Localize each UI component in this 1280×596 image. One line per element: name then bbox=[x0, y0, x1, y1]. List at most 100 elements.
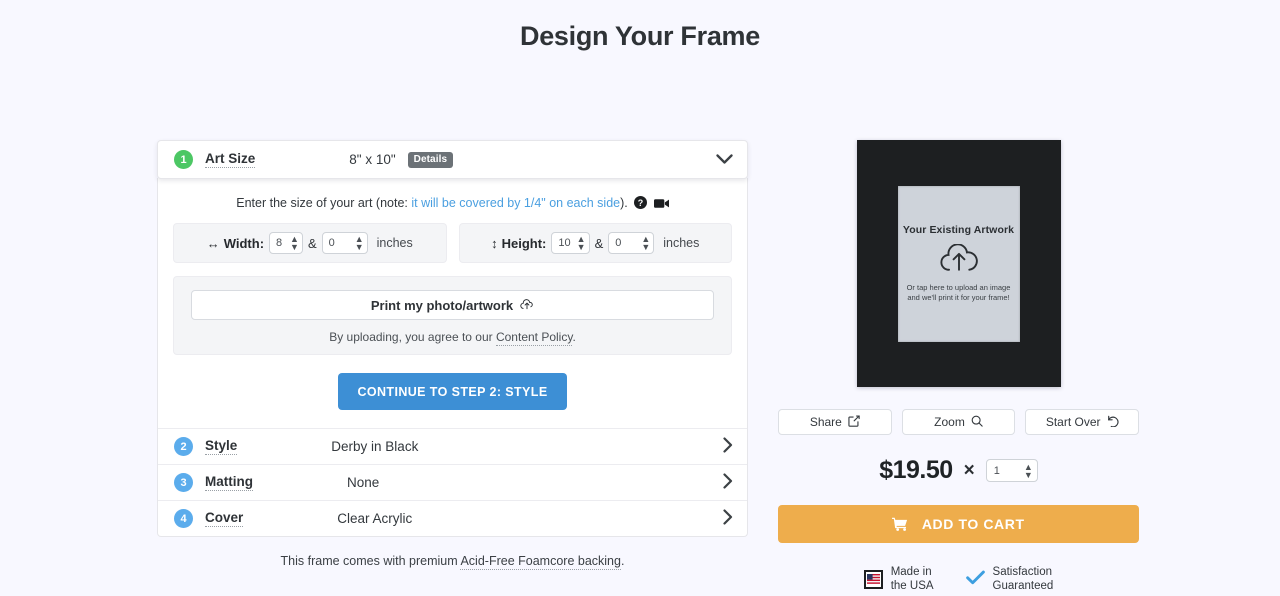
height-fraction-value: 0 bbox=[615, 237, 622, 249]
step-4-value: Clear Acrylic bbox=[337, 511, 413, 526]
size-hint: Enter the size of your art (note: it wil… bbox=[173, 196, 732, 212]
quantity-select[interactable]: 1 ▲ ▼ bbox=[985, 459, 1038, 482]
satisfaction-badge: Satisfaction Guaranteed bbox=[965, 565, 1054, 594]
made-in-usa-line1: Made in bbox=[890, 566, 932, 578]
height-field-group: ↕ Height: 10 ▲ ▼ & 0 ▲ ▼ inches bbox=[458, 223, 732, 263]
step-2-badge: 2 bbox=[174, 437, 193, 456]
chevron-down-icon[interactable] bbox=[716, 151, 733, 168]
height-whole-value: 10 bbox=[558, 237, 571, 249]
chevron-right-icon[interactable] bbox=[723, 509, 733, 528]
frame-preview[interactable]: Your Existing Artwork Or tap here to upl… bbox=[856, 140, 1061, 387]
step-1-body: Enter the size of your art (note: it wil… bbox=[157, 178, 748, 428]
height-fraction-select[interactable]: 0 ▲ ▼ bbox=[608, 232, 655, 254]
width-whole-value: 8 bbox=[276, 237, 283, 249]
step-4-label: Cover bbox=[205, 510, 244, 527]
size-hint-link[interactable]: it will be covered by 1/4" on each side bbox=[411, 196, 620, 210]
width-label: Width: bbox=[223, 235, 265, 251]
add-to-cart-button[interactable]: ADD TO CART bbox=[778, 505, 1139, 543]
step-1-label: Art Size bbox=[205, 151, 256, 168]
height-amp: & bbox=[594, 235, 604, 251]
page-title: Design Your Frame bbox=[520, 21, 760, 51]
satisfaction-line1: Satisfaction bbox=[992, 566, 1052, 578]
size-hint-prefix: Enter the size of your art (note: bbox=[236, 196, 408, 210]
multiply-symbol: × bbox=[963, 459, 975, 481]
print-my-photo-button[interactable]: Print my photo/artwork bbox=[191, 290, 714, 320]
check-icon bbox=[965, 570, 985, 589]
satisfaction-line2: Guaranteed bbox=[992, 580, 1054, 593]
main-layout: 1 Art Size 8" x 10" Details Enter the si… bbox=[0, 52, 1280, 592]
stepper-icon: ▲ ▼ bbox=[290, 234, 299, 252]
share-button[interactable]: Share bbox=[778, 409, 892, 435]
artwork-subtitle-line2: and we'll print it for your frame! bbox=[907, 293, 1010, 302]
width-whole-select[interactable]: 8 ▲ ▼ bbox=[269, 232, 303, 254]
quantity-value: 1 bbox=[993, 464, 1000, 477]
step-row-cover[interactable]: 4 Cover Clear Acrylic bbox=[158, 500, 747, 536]
zoom-button[interactable]: Zoom bbox=[901, 409, 1016, 435]
step-3-badge: 3 bbox=[174, 473, 193, 492]
artwork-placeholder[interactable]: Your Existing Artwork Or tap here to upl… bbox=[897, 185, 1020, 342]
print-my-photo-label: Print my photo/artwork bbox=[370, 297, 514, 313]
cloud-upload-icon bbox=[939, 243, 979, 277]
height-unit: inches bbox=[663, 236, 700, 250]
upload-note-suffix: . bbox=[572, 330, 576, 344]
stepper-icon: ▲ ▼ bbox=[1023, 461, 1033, 480]
share-icon bbox=[848, 414, 860, 430]
width-amp: & bbox=[307, 235, 317, 251]
stepper-icon: ▲ ▼ bbox=[576, 234, 586, 252]
content-policy-link[interactable]: Content Policy bbox=[495, 330, 573, 346]
backing-note-suffix: . bbox=[620, 554, 625, 568]
shopping-cart-icon bbox=[892, 516, 913, 532]
step-row-matting[interactable]: 3 Matting None bbox=[158, 464, 747, 500]
chevron-right-icon[interactable] bbox=[723, 437, 733, 456]
step-1-value: 8" x 10" bbox=[349, 152, 396, 167]
step-4-badge: 4 bbox=[174, 509, 193, 528]
size-inputs-row: ↔ Width: 8 ▲▼ & 0 ▲▼ inches ↕ Height: bbox=[173, 223, 732, 263]
width-fraction-value: 0 bbox=[328, 237, 335, 249]
trust-badges: Made in the USA Satisfaction Guaranteed bbox=[778, 565, 1139, 594]
width-field-group: ↔ Width: 8 ▲ ▼ & 0 ▲ ▼ inches bbox=[173, 223, 447, 263]
details-button[interactable]: Details bbox=[407, 151, 454, 168]
width-unit: inches bbox=[376, 236, 413, 250]
magnifier-icon bbox=[971, 415, 983, 430]
height-label: Height: bbox=[501, 235, 547, 251]
add-to-cart-label: ADD TO CART bbox=[921, 516, 1025, 532]
backing-link[interactable]: Acid-Free Foamcore backing bbox=[460, 554, 621, 570]
start-over-button[interactable]: Start Over bbox=[1025, 409, 1140, 435]
start-over-label: Start Over bbox=[1045, 415, 1101, 429]
undo-icon bbox=[1107, 415, 1119, 430]
video-camera-icon[interactable] bbox=[653, 198, 669, 212]
share-label: Share bbox=[809, 415, 842, 429]
continue-wrap: CONTINUE TO STEP 2: STYLE bbox=[173, 373, 732, 410]
preview-column: Your Existing Artwork Or tap here to upl… bbox=[778, 140, 1140, 594]
step-1-card: 1 Art Size 8" x 10" Details bbox=[157, 140, 748, 179]
horizontal-arrows-icon: ↔ bbox=[206, 235, 220, 251]
artwork-subtitle-line1: Or tap here to upload an image bbox=[906, 282, 1011, 292]
price-row: $19.50 × 1 ▲ ▼ bbox=[778, 456, 1139, 485]
step-1-header[interactable]: 1 Art Size 8" x 10" Details bbox=[158, 141, 747, 178]
vertical-arrows-icon: ↕ bbox=[491, 235, 498, 251]
stepper-icon: ▲ ▼ bbox=[641, 234, 651, 252]
continue-to-step-2-button[interactable]: CONTINUE TO STEP 2: STYLE bbox=[338, 373, 567, 410]
chevron-right-icon[interactable] bbox=[723, 473, 733, 492]
width-fraction-select[interactable]: 0 ▲ ▼ bbox=[321, 232, 368, 254]
price: $19.50 bbox=[879, 456, 953, 484]
preview-actions: Share Zoom Start Over bbox=[778, 409, 1140, 435]
upload-note-prefix: By uploading, you agree to our bbox=[329, 330, 496, 344]
question-circle-icon[interactable]: ? bbox=[634, 196, 648, 212]
made-in-usa-line2: the USA bbox=[890, 580, 934, 593]
svg-text:?: ? bbox=[638, 198, 643, 208]
frame-configurator: 1 Art Size 8" x 10" Details Enter the si… bbox=[157, 140, 748, 570]
usa-flag-icon bbox=[863, 569, 883, 589]
zoom-label: Zoom bbox=[934, 415, 965, 429]
upload-policy-note: By uploading, you agree to our Content P… bbox=[191, 330, 714, 346]
upload-panel: Print my photo/artwork By uploading, you… bbox=[173, 276, 732, 355]
step-row-style[interactable]: 2 Style Derby in Black bbox=[158, 428, 747, 464]
cloud-upload-icon bbox=[520, 298, 534, 313]
stepper-icon: ▲ ▼ bbox=[354, 234, 364, 252]
collapsed-steps-list: 2 Style Derby in Black 3 Matting None 4 … bbox=[157, 428, 748, 537]
step-1-badge: 1 bbox=[174, 150, 193, 169]
made-in-usa-badge: Made in the USA bbox=[863, 565, 934, 594]
artwork-title: Your Existing Artwork bbox=[902, 223, 1015, 236]
step-3-value: None bbox=[347, 475, 380, 490]
height-whole-select[interactable]: 10 ▲ ▼ bbox=[551, 232, 590, 254]
